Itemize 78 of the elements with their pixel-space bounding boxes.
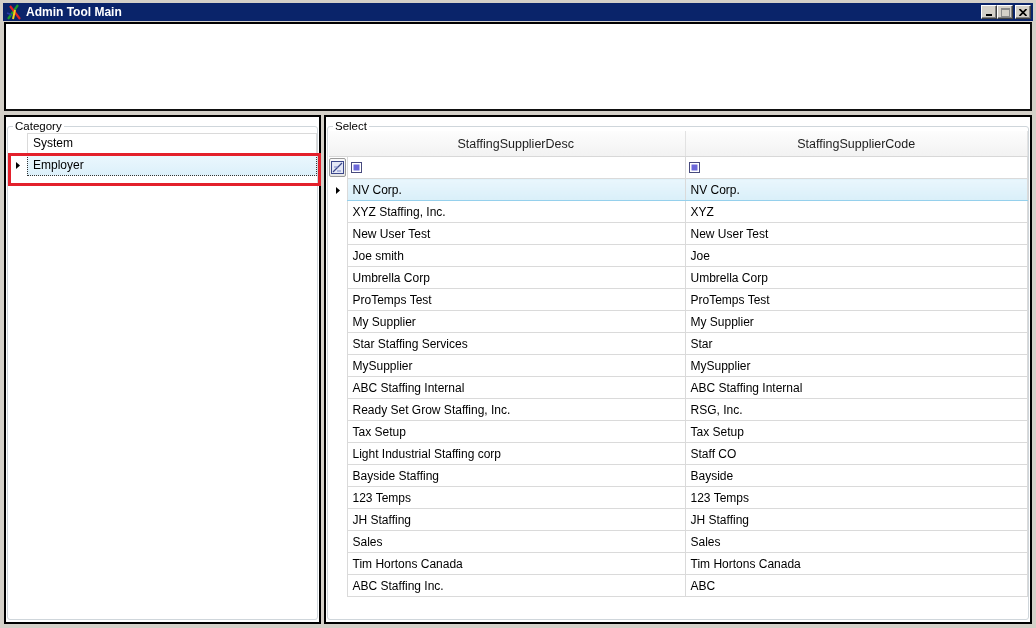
table-cell: RSG, Inc. — [685, 398, 1028, 421]
table-cell: My Supplier — [347, 310, 685, 333]
crossed-lines-icon — [6, 4, 22, 20]
table-row[interactable]: Sales Sales — [329, 530, 1028, 553]
table-cell: Umbrella Corp — [685, 266, 1028, 289]
table-cell: Bayside Staffing — [347, 464, 685, 487]
table-row[interactable]: MySupplier MySupplier — [329, 354, 1028, 377]
table-row[interactable]: Joe smith Joe — [329, 244, 1028, 267]
row-indicator-icon — [335, 186, 340, 194]
table-cell: ABC Staffing Inc. — [347, 574, 685, 597]
table-cell: ABC Staffing Internal — [347, 376, 685, 399]
table-row[interactable]: My Supplier My Supplier — [329, 310, 1028, 333]
column-header[interactable]: StaffingSupplierDesc — [347, 131, 685, 157]
category-item[interactable]: Employer — [27, 155, 317, 176]
table-row[interactable]: Tax Setup Tax Setup — [329, 420, 1028, 443]
row-indicator-icon — [16, 162, 20, 169]
table-row[interactable]: ABC Staffing Inc. ABC — [329, 574, 1028, 597]
table-row[interactable]: Ready Set Grow Staffing, Inc. RSG, Inc. — [329, 398, 1028, 421]
maximize-icon — [1000, 7, 1010, 17]
table-row[interactable]: ABC Staffing Internal ABC Staffing Internal — [329, 376, 1028, 399]
table-row[interactable]: Umbrella Corp Umbrella Corp — [329, 266, 1028, 289]
slashed-square-icon — [331, 161, 344, 175]
filter-clear-button[interactable] — [329, 158, 346, 178]
table-row[interactable]: XYZ Staffing, Inc. XYZ — [329, 200, 1028, 223]
table-row[interactable]: NV Corp. NV Corp. — [329, 178, 1028, 201]
table-cell: MySupplier — [685, 354, 1028, 377]
table-cell: Joe — [685, 244, 1028, 267]
column-header[interactable]: StaffingSupplierCode — [685, 131, 1028, 157]
table-cell: My Supplier — [685, 310, 1028, 333]
table-row[interactable]: Tim Hortons Canada Tim Hortons Canada — [329, 552, 1028, 575]
table-cell: Umbrella Corp — [347, 266, 685, 289]
table-cell: ABC Staffing Internal — [685, 376, 1028, 399]
table-row[interactable]: Star Staffing Services Star — [329, 332, 1028, 355]
table-cell: Tim Hortons Canada — [347, 552, 685, 575]
table-cell: Tax Setup — [347, 420, 685, 443]
table-cell: MySupplier — [347, 354, 685, 377]
square-icon[interactable] — [688, 162, 700, 173]
table-row[interactable]: Bayside Staffing Bayside — [329, 464, 1028, 487]
table-cell: Tax Setup — [685, 420, 1028, 443]
table-cell: Bayside — [685, 464, 1028, 487]
table-cell: JH Staffing — [347, 508, 685, 531]
table-cell: 123 Temps — [685, 486, 1028, 509]
table-cell: New User Test — [347, 222, 685, 245]
table-cell: JH Staffing — [685, 508, 1028, 531]
table-cell: ProTemps Test — [347, 288, 685, 311]
filter-field[interactable] — [685, 156, 1028, 179]
filter-field[interactable] — [347, 156, 685, 179]
minimize-icon — [986, 14, 992, 16]
square-icon[interactable] — [350, 162, 362, 173]
table-row[interactable]: New User Test New User Test — [329, 222, 1028, 245]
table-cell: Sales — [347, 530, 685, 553]
table-row[interactable]: JH Staffing JH Staffing — [329, 508, 1028, 531]
table-cell: Light Industrial Staffing corp — [347, 442, 685, 465]
group-title: Category — [14, 120, 63, 133]
table-row[interactable]: ProTemps Test ProTemps Test — [329, 288, 1028, 311]
table-cell: XYZ Staffing, Inc. — [347, 200, 685, 223]
table-cell: Star — [685, 332, 1028, 355]
table-cell: Ready Set Grow Staffing, Inc. — [347, 398, 685, 421]
close-button[interactable] — [1015, 5, 1031, 19]
table-cell: NV Corp. — [347, 178, 685, 201]
table-cell: Tim Hortons Canada — [685, 552, 1028, 575]
table-cell: XYZ — [685, 200, 1028, 223]
table-cell: New User Test — [685, 222, 1028, 245]
close-icon — [1019, 8, 1027, 16]
table-cell: ABC — [685, 574, 1028, 597]
table-cell: 123 Temps — [347, 486, 685, 509]
table-cell: ProTemps Test — [685, 288, 1028, 311]
window-title: Admin Tool Main — [26, 5, 122, 19]
table-cell: NV Corp. — [685, 178, 1028, 201]
table-row[interactable]: 123 Temps 123 Temps — [329, 486, 1028, 509]
table-cell: Star Staffing Services — [347, 332, 685, 355]
group-title: Select — [334, 120, 368, 133]
table-cell: Sales — [685, 530, 1028, 553]
category-item[interactable]: System — [27, 133, 317, 154]
minimize-button[interactable] — [981, 5, 997, 19]
table-row[interactable]: Light Industrial Staffing corp Staff CO — [329, 442, 1028, 465]
table-cell: Joe smith — [347, 244, 685, 267]
table-cell: Staff CO — [685, 442, 1028, 465]
